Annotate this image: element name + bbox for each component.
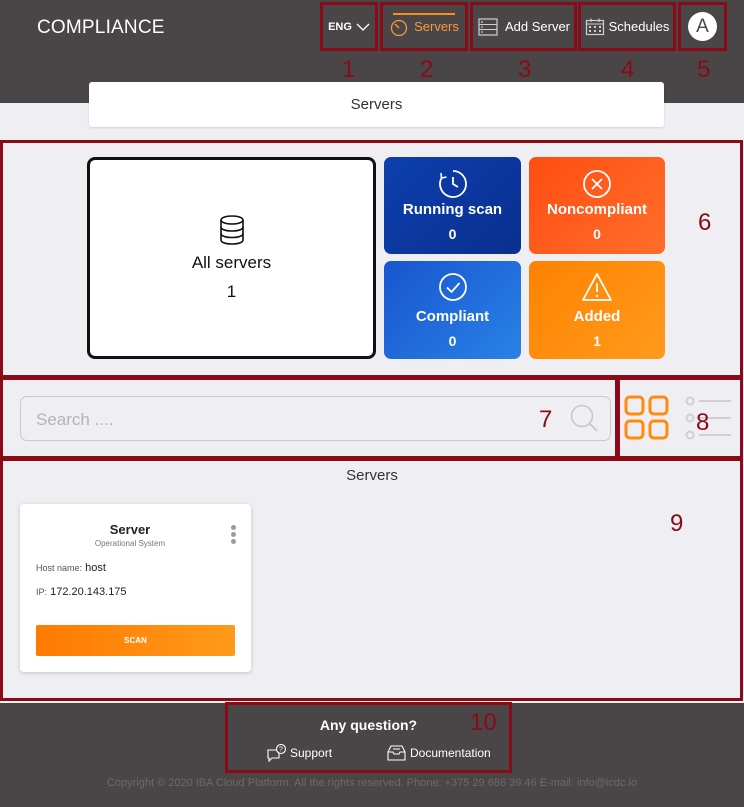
speedometer-icon xyxy=(390,19,408,36)
annotation-6: 6 xyxy=(698,209,712,236)
running-scan-count: 0 xyxy=(448,226,457,242)
server-list-title: Servers xyxy=(346,467,398,484)
check-circle-icon xyxy=(438,272,467,301)
documentation-box-icon xyxy=(387,745,406,761)
more-options-icon[interactable] xyxy=(228,525,238,547)
all-servers-label: All servers xyxy=(191,252,272,272)
calendar-icon xyxy=(585,18,604,35)
added-count: 1 xyxy=(593,332,601,349)
ip-value: 172.20.143.175 xyxy=(50,586,127,598)
noncompliant-count: 0 xyxy=(593,226,601,242)
language-label: ENG xyxy=(328,20,352,33)
documentation-label: Documentation xyxy=(410,746,491,760)
annotation-1: 1 xyxy=(342,56,356,83)
search-placeholder: Search .... xyxy=(36,410,114,429)
compliant-tile[interactable]: Compliant 0 xyxy=(384,261,521,359)
support-link[interactable]: ? Support xyxy=(267,744,332,762)
nav-add-server-label: Add Server xyxy=(504,19,571,34)
page-title-bar: Servers xyxy=(89,82,664,127)
noncompliant-label: Noncompliant xyxy=(547,201,647,218)
ip-label: IP: xyxy=(36,587,48,597)
server-card[interactable]: Server Operational System Host name: hos… xyxy=(20,504,251,672)
search-input[interactable]: Search .... xyxy=(20,396,611,441)
nav-servers-label: Servers xyxy=(414,19,459,34)
clock-icon xyxy=(438,170,467,198)
compliant-count: 0 xyxy=(448,332,457,349)
all-servers-count: 1 xyxy=(226,281,237,301)
grid-view-icon[interactable] xyxy=(624,395,670,441)
support-label: Support xyxy=(290,746,333,760)
annotation-2: 2 xyxy=(420,56,434,83)
warning-icon xyxy=(582,272,612,301)
compliant-label: Compliant xyxy=(415,307,490,325)
nav-schedules[interactable]: Schedules xyxy=(578,2,676,51)
running-scan-tile[interactable]: Running scan 0 xyxy=(384,157,521,254)
annotation-5: 5 xyxy=(697,56,711,83)
avatar-initial: A xyxy=(696,15,709,37)
chevron-down-icon xyxy=(356,23,370,31)
documentation-link[interactable]: Documentation xyxy=(386,744,491,762)
ip-row: IP: 172.20.143.175 xyxy=(36,586,127,598)
avatar: A xyxy=(688,12,717,41)
server-rack-icon xyxy=(478,17,498,36)
database-icon xyxy=(219,214,244,245)
nav-servers[interactable]: Servers xyxy=(380,2,468,51)
all-servers-tile[interactable]: All servers 1 xyxy=(87,157,376,359)
server-card-title: Server xyxy=(109,522,151,537)
host-name-value: host xyxy=(85,562,106,574)
host-name-label: Host name: xyxy=(36,563,83,573)
app-title: COMPLIANCE xyxy=(37,17,165,38)
scan-button[interactable]: SCAN xyxy=(36,625,235,656)
annotation-3: 3 xyxy=(518,56,532,83)
server-card-os: Operational System xyxy=(94,539,166,548)
nav-schedules-label: Schedules xyxy=(608,19,670,34)
user-menu[interactable]: A xyxy=(678,2,727,51)
support-chat-icon: ? xyxy=(267,744,287,762)
active-tab-indicator xyxy=(393,13,455,15)
language-selector[interactable]: ENG xyxy=(320,2,378,51)
nav-add-server[interactable]: Add Server xyxy=(470,2,577,51)
page-title: Servers xyxy=(350,96,403,113)
noncompliant-tile[interactable]: Noncompliant 0 xyxy=(529,157,665,254)
running-scan-label: Running scan xyxy=(402,201,503,218)
annotation-8: 8 xyxy=(696,409,710,436)
annotation-7: 7 xyxy=(539,406,553,433)
added-label: Added xyxy=(573,307,621,325)
copyright-text: Copyright © 2020 IBA Cloud Platform. All… xyxy=(106,777,638,789)
svg-text:?: ? xyxy=(279,747,283,754)
added-tile[interactable]: Added 1 xyxy=(529,261,665,359)
host-name-row: Host name: host xyxy=(36,562,106,574)
help-title: Any question? xyxy=(319,717,418,733)
help-frame xyxy=(225,702,512,773)
annotation-9: 9 xyxy=(670,510,684,537)
annotation-10: 10 xyxy=(470,709,497,736)
search-icon[interactable] xyxy=(569,403,599,433)
annotation-4: 4 xyxy=(621,56,635,83)
x-circle-icon xyxy=(583,170,611,198)
